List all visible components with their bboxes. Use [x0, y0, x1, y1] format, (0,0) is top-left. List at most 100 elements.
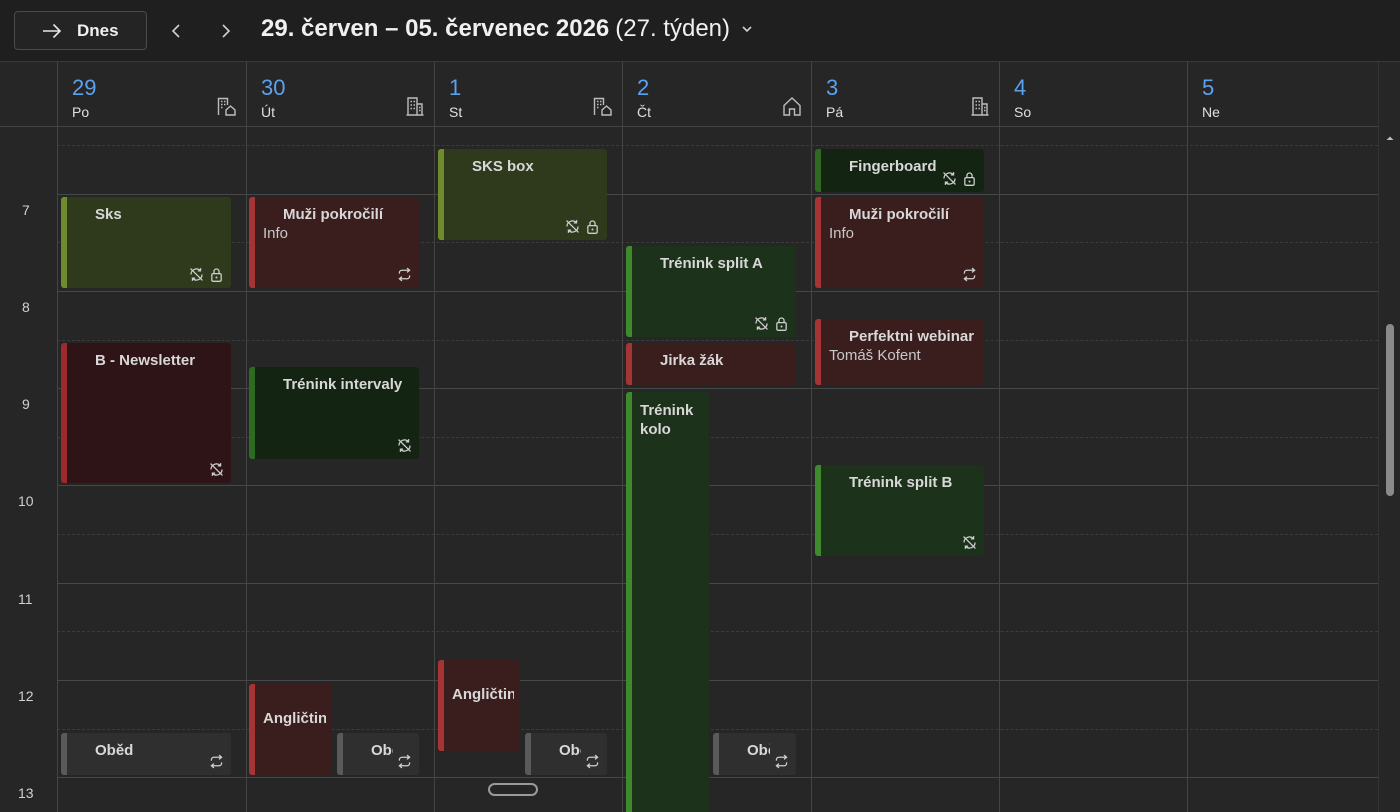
column-divider — [246, 127, 247, 812]
date-range-title: 29. červen – 05. červenec 2026 — [261, 15, 610, 42]
half-hour-line — [57, 631, 1378, 632]
building-icon[interactable] — [404, 95, 426, 117]
day-header-sunday[interactable]: 5 Ne — [1187, 62, 1378, 127]
chevron-left-icon — [171, 24, 180, 38]
event-anglictina-wednesday[interactable]: Angličtina — [438, 660, 520, 751]
arrow-right-icon — [43, 23, 62, 38]
day-number: 29 — [72, 75, 97, 100]
event-fingerboard[interactable]: Fingerboard - — [815, 149, 984, 192]
event-title: Trénink split B — [849, 474, 953, 491]
column-divider — [1187, 127, 1188, 812]
event-trenink-kolo[interactable]: Trénink kolo — [626, 392, 709, 812]
calendar-week-grid: 29 Po 30 Út 1 St 2 Čt 3 Pá 4 So 5 Ne 7 8… — [0, 62, 1378, 812]
event-title: SKS box — [472, 158, 534, 175]
scrollbar-thumb[interactable] — [1386, 324, 1394, 496]
today-button-label: Dnes — [77, 20, 119, 40]
event-subtitle: Info — [829, 225, 855, 242]
home-icon[interactable] — [781, 95, 803, 117]
day-header-tuesday[interactable]: 30 Út — [246, 62, 434, 127]
half-hour-line — [57, 145, 1378, 146]
hour-label: 12 — [18, 688, 34, 704]
day-header-wednesday[interactable]: 1 St — [434, 62, 622, 127]
event-obed-tuesday[interactable]: Oběd — [337, 733, 419, 775]
column-divider — [622, 127, 623, 812]
event-trenink-split-a[interactable]: Trénink split A — [626, 246, 796, 337]
building-home-icon[interactable] — [216, 95, 238, 117]
day-name: Pá — [826, 104, 844, 120]
event-anglictina-tuesday[interactable]: Angličtina — [249, 684, 332, 775]
event-title: Oběd — [371, 742, 393, 759]
event-sks-box[interactable]: SKS box — [438, 149, 607, 240]
lock-icon — [208, 266, 225, 283]
building-icon[interactable] — [969, 95, 991, 117]
event-subtitle: Info — [263, 225, 289, 242]
event-color-bar — [61, 343, 67, 483]
event-muzi-pokrocili-tuesday[interactable]: Muži pokročilí Info — [249, 197, 419, 288]
day-number: 5 — [1202, 75, 1215, 100]
previous-week-button[interactable] — [161, 16, 191, 46]
hour-line — [57, 194, 1378, 195]
day-header-thursday[interactable]: 2 Čt — [622, 62, 811, 127]
today-button[interactable]: Dnes — [14, 11, 147, 50]
event-title: Oběd — [747, 742, 770, 759]
event-color-bar — [337, 733, 343, 775]
day-name: Čt — [637, 104, 651, 120]
event-muzi-pokrocili-friday[interactable]: Muži pokročilí Info — [815, 197, 984, 288]
building-home-icon[interactable] — [592, 95, 614, 117]
day-name: Ne — [1202, 104, 1220, 120]
event-color-bar — [525, 733, 531, 775]
calendar-toolbar: Dnes 29. červen – 05. červenec 2026 (27.… — [0, 0, 1400, 62]
day-header-saturday[interactable]: 4 So — [999, 62, 1187, 127]
event-color-bar — [61, 733, 67, 775]
next-week-button[interactable] — [211, 16, 241, 46]
event-title: B - Newsletter — [95, 352, 196, 369]
day-name: So — [1014, 104, 1032, 120]
event-title: Oběd — [95, 742, 134, 759]
sync-off-icon — [941, 170, 958, 187]
sync-off-icon — [396, 437, 413, 454]
day-header-friday[interactable]: 3 Pá — [811, 62, 999, 127]
event-obed-thursday[interactable]: Oběd — [713, 733, 796, 775]
day-number: 2 — [637, 75, 650, 100]
event-b-newsletter[interactable]: B - Newsletter — [61, 343, 231, 483]
lock-icon — [584, 218, 601, 235]
repeat-icon — [961, 266, 978, 283]
event-title: Fingerboard - — [849, 158, 938, 175]
hour-line — [57, 680, 1378, 681]
event-color-bar — [713, 733, 719, 775]
event-color-bar — [626, 343, 632, 385]
day-header-monday[interactable]: 29 Po — [57, 62, 246, 127]
half-hour-line — [57, 340, 1378, 341]
vertical-scrollbar[interactable] — [1378, 62, 1400, 812]
sync-off-icon — [564, 218, 581, 235]
event-color-bar — [438, 149, 444, 240]
event-jirka-zak[interactable]: Jirka žák — [626, 343, 796, 385]
event-obed-monday[interactable]: Oběd — [61, 733, 231, 775]
repeat-icon — [773, 753, 790, 770]
hour-label: 13 — [18, 785, 34, 801]
column-divider — [57, 127, 58, 812]
day-number: 3 — [826, 75, 839, 100]
repeat-icon — [396, 266, 413, 283]
event-sks[interactable]: Sks — [61, 197, 231, 288]
chevron-down-icon — [740, 24, 754, 34]
time-grid: 7 8 9 10 11 12 13 Sks Muži pokročilí Inf… — [0, 127, 1378, 812]
event-title: Sks — [95, 206, 122, 223]
event-color-bar — [815, 465, 821, 556]
repeat-icon — [584, 753, 601, 770]
hour-line — [57, 485, 1378, 486]
event-obed-wednesday[interactable]: Oběd — [525, 733, 607, 775]
event-trenink-split-b[interactable]: Trénink split B — [815, 465, 984, 556]
event-color-bar — [626, 392, 632, 812]
day-number: 30 — [261, 75, 286, 100]
panel-resize-handle[interactable] — [488, 783, 538, 796]
column-divider — [999, 127, 1000, 812]
week-number-label: (27. týden) — [615, 15, 731, 42]
event-perfektni-webinar[interactable]: Perfektni webinar Tomáš Kofent — [815, 319, 984, 385]
scroll-up-arrow-icon[interactable] — [1385, 134, 1395, 142]
event-color-bar — [626, 246, 632, 337]
date-range-dropdown[interactable]: 29. červen – 05. červenec 2026 (27. týde… — [261, 15, 754, 43]
column-divider — [434, 127, 435, 812]
day-number: 1 — [449, 75, 462, 100]
event-trenink-intervaly[interactable]: Trénink intervaly — [249, 367, 419, 459]
